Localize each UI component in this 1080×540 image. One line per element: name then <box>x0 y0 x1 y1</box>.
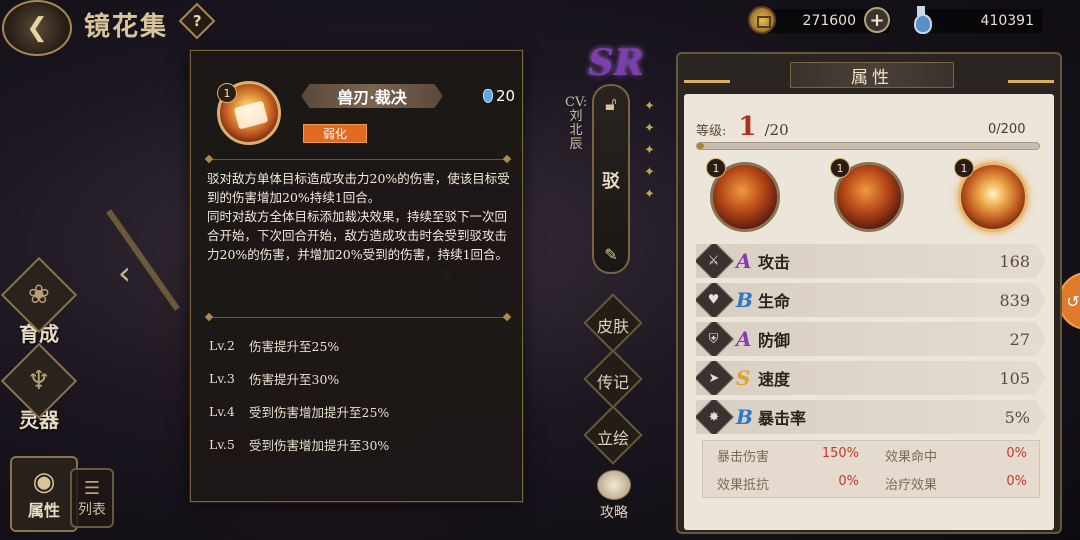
crit-icon: ✸ <box>696 400 734 434</box>
speed-icon: ➤ <box>696 361 734 395</box>
shield-icon: ⛨ <box>696 322 734 356</box>
help-button[interactable]: ? <box>178 2 216 40</box>
sub-stat: 效果抵抗 0% <box>717 473 859 493</box>
nav-item-cultivate[interactable]: ❀ 育成 <box>0 256 78 347</box>
skill-upgrades: Lv.2 伤害提升至25% Lv.3 伤害提升至30% Lv.4 受到伤害增加提升至2… <box>209 329 509 461</box>
level-max: /20 <box>764 121 789 139</box>
stat-row-crit: ✸ B 暴击率 5% <box>696 400 1046 434</box>
stat-row-hp: ♥ B 生命 839 <box>696 283 1046 317</box>
list-icon: ☰ <box>83 477 101 499</box>
stat-grade: B <box>736 405 753 429</box>
upgrade-row: Lv.3 伤害提升至30% <box>209 371 340 387</box>
gem-icon <box>483 89 493 103</box>
skill-tag: 弱化 <box>303 124 367 143</box>
attributes-title: 属性 <box>790 62 954 88</box>
guide-label: 攻略 <box>600 505 628 521</box>
divider <box>209 159 507 160</box>
skill-cost-value: 20 <box>496 87 516 105</box>
stat-row-defense: ⛨ A 防御 27 <box>696 322 1046 356</box>
skill-cost: 20 <box>483 87 515 105</box>
level-value: 1 <box>738 112 757 142</box>
stat-name: 防御 <box>758 331 791 350</box>
skill-description-line: 同时对敌方全体目标添加裁决效果，持续至驳下一次回合开始，下次回合开始，敌方造成攻… <box>207 209 509 262</box>
stat-name: 暴击率 <box>758 409 807 428</box>
stat-value: 168 <box>999 251 1030 271</box>
guide-button[interactable]: 攻略 <box>588 470 640 522</box>
attack-icon: ⚔ <box>696 244 734 278</box>
stat-value: 5% <box>1004 407 1030 427</box>
eye-icon: ◉ <box>32 467 56 497</box>
lock-icon[interactable]: 🔓︎ <box>605 94 617 115</box>
skill-description-line: 驳对敌方单体目标造成攻击力20%的伤害，使该目标受到的伤害增加20%持续1回合。 <box>207 171 510 205</box>
potion-icon <box>910 4 932 34</box>
stat-name: 生命 <box>758 292 791 311</box>
character-name-banner: 🔓︎ 驳 ✎ <box>592 84 630 274</box>
skill-slot-level: 1 <box>954 158 974 178</box>
brush-icon[interactable]: ✎ <box>604 245 617 264</box>
divider <box>209 317 507 318</box>
sub-stat: 治疗效果 0% <box>885 473 1027 493</box>
artifact-icon: ♆ <box>0 342 78 420</box>
stat-grade: B <box>736 288 753 312</box>
nav-attributes-label: 属性 <box>27 501 60 520</box>
panel-ornament <box>1008 80 1054 90</box>
character-name: 驳 <box>602 171 620 192</box>
stat-list: ⚔ A 攻击 168 ♥ B 生命 839 ⛨ A 防御 27 ➤ S 速度 1… <box>696 244 1046 439</box>
potion-balance: 410391 <box>922 9 1042 33</box>
nav-item-artifact[interactable]: ♆ 灵器 <box>0 342 78 433</box>
back-button[interactable]: ❮ <box>2 0 72 56</box>
skill-detail-popup: 1 兽刃·裁决 20 弱化 驳对敌方单体目标造成攻击力20%的伤害，使该目标受到… <box>190 50 523 502</box>
sub-stats: 暴击伤害 150% 效果命中 0% 效果抵抗 0% 治疗效果 0% <box>702 440 1040 498</box>
skill-level-badge: 1 <box>217 83 237 103</box>
skill-slots: 1 1 1 <box>706 158 1046 238</box>
portrait-button[interactable]: 立绘 <box>592 425 634 449</box>
skill-description: 驳对敌方单体目标造成攻击力20%的伤害，使该目标受到的伤害增加20%持续1回合。… <box>207 169 511 264</box>
page-title: 镜花集 <box>84 12 169 42</box>
upgrade-row: Lv.4 受到伤害增加提升至25% <box>209 404 390 420</box>
skill-slot-level: 1 <box>706 158 726 178</box>
exp-bar-fill <box>697 143 704 149</box>
flower-icon: ❀ <box>0 256 78 334</box>
skill-slot-level: 1 <box>830 158 850 178</box>
stat-value: 839 <box>999 290 1030 310</box>
stat-value: 105 <box>999 368 1030 388</box>
upgrade-row: Lv.5 受到伤害增加提升至30% <box>209 437 390 453</box>
upgrade-row: Lv.2 伤害提升至25% <box>209 338 340 354</box>
exp-text: 0/200 <box>988 122 1026 137</box>
nav-list-tab[interactable]: ☰ 列表 <box>70 468 114 528</box>
stat-name: 攻击 <box>758 253 791 272</box>
stat-value: 27 <box>1009 329 1030 349</box>
stat-grade: A <box>736 249 752 273</box>
sub-stat: 暴击伤害 150% <box>717 445 859 465</box>
skin-button[interactable]: 皮肤 <box>592 313 634 337</box>
butterfly-icons: ✦ ✦ ✦ ✦ ✦ <box>644 99 655 202</box>
stat-grade: A <box>736 327 752 351</box>
panel-ornament <box>684 80 730 90</box>
bio-button[interactable]: 传记 <box>592 369 634 393</box>
cv-label: CV: <box>565 95 588 110</box>
stat-row-speed: ➤ S 速度 105 <box>696 361 1046 395</box>
stat-name: 速度 <box>758 370 791 389</box>
skill-name: 兽刃·裁决 <box>301 84 443 108</box>
guide-mascot-icon <box>597 470 631 500</box>
rarity-badge: SR <box>588 42 644 84</box>
back-arrow-icon: ❮ <box>26 13 48 43</box>
sub-stat: 效果命中 0% <box>885 445 1027 465</box>
cv-name: 刘北辰 <box>569 109 583 152</box>
attributes-panel: 属性 等级: 1 /20 0/200 1 1 1 ⚔ A 攻击 168 ♥ B … <box>676 52 1062 534</box>
help-icon: ? <box>192 11 202 30</box>
nav-list-label: 列表 <box>78 501 106 518</box>
prev-character-button[interactable]: ‹ <box>118 254 131 292</box>
add-coin-button[interactable]: + <box>864 7 890 33</box>
exp-bar <box>696 142 1040 150</box>
level-label: 等级: <box>696 124 727 139</box>
stat-row-attack: ⚔ A 攻击 168 <box>696 244 1046 278</box>
stat-grade: S <box>736 366 751 390</box>
level-row: 等级: 1 /20 <box>696 112 789 142</box>
cv-info: CV: 刘北辰 <box>565 96 587 152</box>
coin-icon <box>748 6 776 34</box>
nav-attributes-tab[interactable]: ◉ 属性 <box>10 456 78 532</box>
heart-icon: ♥ <box>696 283 734 317</box>
